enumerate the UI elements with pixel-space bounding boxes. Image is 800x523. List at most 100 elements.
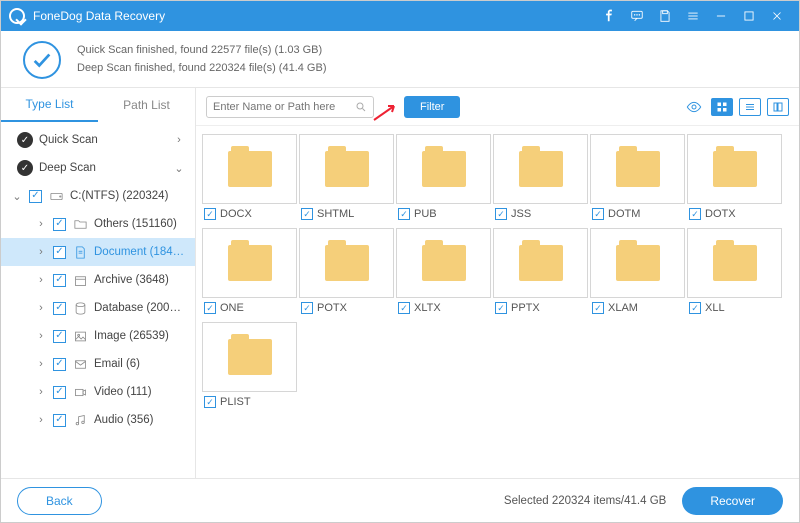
tree-drive[interactable]: C:(NTFS) (220324) bbox=[1, 182, 195, 210]
tree-database[interactable]: Database (20013) bbox=[1, 294, 195, 322]
tree-image[interactable]: Image (26539) bbox=[1, 322, 195, 350]
tree-document[interactable]: Document (18491) bbox=[1, 238, 195, 266]
checkbox[interactable] bbox=[495, 208, 507, 220]
chevron-right-icon[interactable] bbox=[35, 414, 47, 426]
folder-icon bbox=[713, 151, 757, 187]
file-tree: ✓ Quick Scan ✓ Deep Scan C:(NTFS) (22032… bbox=[1, 122, 195, 478]
chevron-right-icon[interactable] bbox=[173, 134, 185, 146]
checkbox[interactable] bbox=[204, 302, 216, 314]
folder-thumb bbox=[590, 134, 685, 204]
checkbox[interactable] bbox=[495, 302, 507, 314]
grid-item-label: POTX bbox=[317, 302, 347, 314]
grid-item[interactable]: SHTML bbox=[299, 134, 394, 224]
grid-item[interactable]: XLTX bbox=[396, 228, 491, 318]
folder-icon bbox=[519, 245, 563, 281]
chevron-down-icon[interactable] bbox=[11, 190, 23, 203]
checkbox[interactable] bbox=[301, 208, 313, 220]
search-icon bbox=[355, 101, 367, 113]
chevron-right-icon[interactable] bbox=[35, 274, 47, 286]
grid-item-label: PUB bbox=[414, 208, 437, 220]
grid-item[interactable]: XLAM bbox=[590, 228, 685, 318]
preview-icon[interactable] bbox=[683, 98, 705, 116]
close-icon[interactable] bbox=[763, 1, 791, 31]
back-button[interactable]: Back bbox=[17, 487, 102, 515]
archive-icon bbox=[72, 272, 88, 288]
maximize-icon[interactable] bbox=[735, 1, 763, 31]
folder-thumb bbox=[202, 134, 297, 204]
grid-item-label: SHTML bbox=[317, 208, 354, 220]
grid-item[interactable]: DOTX bbox=[687, 134, 782, 224]
chevron-right-icon[interactable] bbox=[35, 358, 47, 370]
checkbox[interactable] bbox=[689, 208, 701, 220]
checkbox[interactable] bbox=[53, 358, 66, 371]
status-deep-scan: Deep Scan finished, found 220324 file(s)… bbox=[77, 60, 326, 78]
view-grid-button[interactable] bbox=[711, 98, 733, 116]
chevron-right-icon[interactable] bbox=[35, 218, 47, 230]
checkbox[interactable] bbox=[204, 396, 216, 408]
chevron-right-icon[interactable] bbox=[35, 246, 47, 258]
checkbox[interactable] bbox=[53, 386, 66, 399]
tree-deep-scan[interactable]: ✓ Deep Scan bbox=[1, 154, 195, 182]
tree-archive[interactable]: Archive (3648) bbox=[1, 266, 195, 294]
grid-item[interactable]: PLIST bbox=[202, 322, 297, 412]
checkbox[interactable] bbox=[204, 208, 216, 220]
folder-thumb bbox=[590, 228, 685, 298]
checkbox[interactable] bbox=[592, 302, 604, 314]
checkbox[interactable] bbox=[53, 302, 66, 315]
chevron-down-icon[interactable] bbox=[173, 162, 185, 175]
check-complete-icon bbox=[23, 41, 61, 79]
checkbox[interactable] bbox=[53, 330, 66, 343]
checkbox[interactable] bbox=[301, 302, 313, 314]
grid-item[interactable]: ONE bbox=[202, 228, 297, 318]
grid-item[interactable]: DOTM bbox=[590, 134, 685, 224]
view-detail-button[interactable] bbox=[767, 98, 789, 116]
checkbox[interactable] bbox=[53, 246, 66, 259]
grid-item[interactable]: PPTX bbox=[493, 228, 588, 318]
folder-icon bbox=[228, 245, 272, 281]
search-box[interactable] bbox=[206, 96, 374, 118]
search-input[interactable] bbox=[213, 101, 355, 113]
grid-item[interactable]: JSS bbox=[493, 134, 588, 224]
recover-button[interactable]: Recover bbox=[682, 487, 783, 515]
grid-item-label: PLIST bbox=[220, 396, 251, 408]
tree-others[interactable]: Others (151160) bbox=[1, 210, 195, 238]
checkbox[interactable] bbox=[29, 190, 42, 203]
document-icon bbox=[72, 244, 88, 260]
chevron-right-icon[interactable] bbox=[35, 330, 47, 342]
checkbox[interactable] bbox=[398, 208, 410, 220]
checkbox[interactable] bbox=[689, 302, 701, 314]
scan-status: Quick Scan finished, found 22577 file(s)… bbox=[1, 31, 799, 88]
grid-item[interactable]: DOCX bbox=[202, 134, 297, 224]
checkbox[interactable] bbox=[53, 274, 66, 287]
chevron-right-icon[interactable] bbox=[35, 386, 47, 398]
grid-item[interactable]: XLL bbox=[687, 228, 782, 318]
checkbox[interactable] bbox=[398, 302, 410, 314]
filter-button[interactable]: Filter bbox=[404, 96, 460, 118]
folder-thumb bbox=[493, 134, 588, 204]
tab-path-list[interactable]: Path List bbox=[98, 88, 195, 122]
grid-item-label: XLAM bbox=[608, 302, 638, 314]
chevron-right-icon[interactable] bbox=[35, 302, 47, 314]
tree-email[interactable]: Email (6) bbox=[1, 350, 195, 378]
view-list-button[interactable] bbox=[739, 98, 761, 116]
share-facebook-icon[interactable] bbox=[595, 1, 623, 31]
folder-icon bbox=[422, 151, 466, 187]
checkbox[interactable] bbox=[53, 218, 66, 231]
folder-icon bbox=[616, 245, 660, 281]
tree-audio[interactable]: Audio (356) bbox=[1, 406, 195, 434]
checkbox[interactable] bbox=[53, 414, 66, 427]
grid-item[interactable]: POTX bbox=[299, 228, 394, 318]
folder-thumb bbox=[493, 228, 588, 298]
folder-icon bbox=[325, 151, 369, 187]
save-icon[interactable] bbox=[651, 1, 679, 31]
grid-item-label: XLL bbox=[705, 302, 725, 314]
tree-video[interactable]: Video (111) bbox=[1, 378, 195, 406]
checkbox[interactable] bbox=[592, 208, 604, 220]
grid-item[interactable]: PUB bbox=[396, 134, 491, 224]
feedback-icon[interactable] bbox=[623, 1, 651, 31]
tree-quick-scan[interactable]: ✓ Quick Scan bbox=[1, 126, 195, 154]
minimize-icon[interactable] bbox=[707, 1, 735, 31]
menu-icon[interactable] bbox=[679, 1, 707, 31]
image-icon bbox=[72, 328, 88, 344]
tab-type-list[interactable]: Type List bbox=[1, 88, 98, 122]
